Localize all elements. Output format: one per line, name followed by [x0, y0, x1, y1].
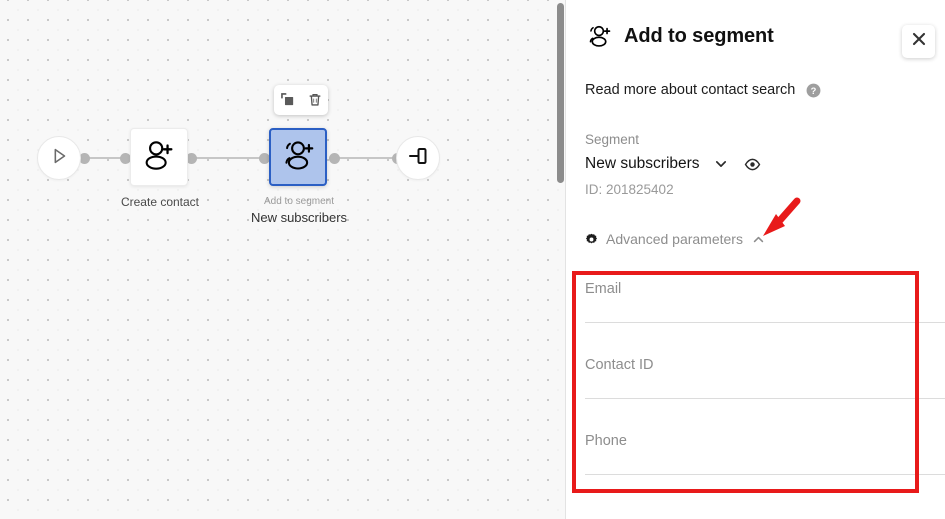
add-to-segment-panel: Add to segment Read more about contact s… — [566, 0, 945, 519]
node-start[interactable] — [37, 136, 81, 180]
help-circle-icon[interactable]: ? — [806, 83, 821, 98]
trash-icon[interactable] — [307, 92, 323, 108]
port-segment-out[interactable] — [329, 153, 340, 164]
canvas-scrollbar-thumb[interactable] — [557, 3, 564, 183]
segment-id: ID: 201825402 — [585, 182, 674, 197]
field-contact-id-placeholder: Contact ID — [585, 357, 654, 373]
field-phone-underline — [585, 474, 945, 475]
segment-value[interactable]: New subscribers — [585, 155, 700, 173]
field-email-placeholder: Email — [585, 281, 622, 297]
end-icon — [406, 144, 430, 173]
segment-selector-row[interactable]: New subscribers — [585, 155, 761, 173]
node-create-contact[interactable] — [130, 128, 188, 186]
close-icon — [912, 32, 926, 51]
node-end[interactable] — [396, 136, 440, 180]
node-sublabel-add-to-segment: Add to segment — [263, 196, 335, 207]
segment-label: Segment — [585, 132, 640, 147]
play-icon — [48, 145, 70, 172]
eye-icon[interactable] — [744, 156, 761, 173]
field-email-underline — [585, 322, 945, 323]
panel-header: Add to segment — [585, 22, 774, 50]
node-label-add-to-segment: New subscribers — [250, 210, 348, 225]
duplicate-icon[interactable] — [280, 92, 296, 108]
chevron-up-icon[interactable] — [752, 233, 765, 246]
canvas-scrollbar-track[interactable] — [556, 0, 565, 519]
add-person-icon — [140, 136, 178, 179]
edge-create-to-segment — [186, 157, 268, 159]
add-to-segment-icon — [279, 136, 317, 179]
advanced-parameters-label: Advanced parameters — [606, 231, 743, 247]
read-more-link[interactable]: Read more about contact search — [585, 82, 795, 98]
chevron-down-icon[interactable] — [714, 157, 728, 171]
node-add-to-segment[interactable] — [269, 128, 327, 186]
edge-segment-to-end — [330, 157, 398, 159]
field-contact-id-underline — [585, 398, 945, 399]
close-button[interactable] — [902, 25, 935, 58]
workflow-canvas[interactable]: Create contact Add to segment New subscr… — [0, 0, 566, 519]
field-phone-placeholder: Phone — [585, 433, 627, 449]
read-more-row[interactable]: Read more about contact search ? — [585, 82, 821, 98]
advanced-parameters-toggle[interactable]: Advanced parameters — [585, 231, 765, 247]
panel-title: Add to segment — [624, 24, 774, 47]
add-to-segment-icon — [585, 22, 613, 50]
node-label-create-contact: Create contact — [120, 195, 200, 209]
app-root: Create contact Add to segment New subscr… — [0, 0, 945, 519]
svg-text:?: ? — [811, 85, 817, 95]
node-toolbar[interactable] — [274, 85, 328, 115]
gear-icon — [585, 233, 598, 246]
